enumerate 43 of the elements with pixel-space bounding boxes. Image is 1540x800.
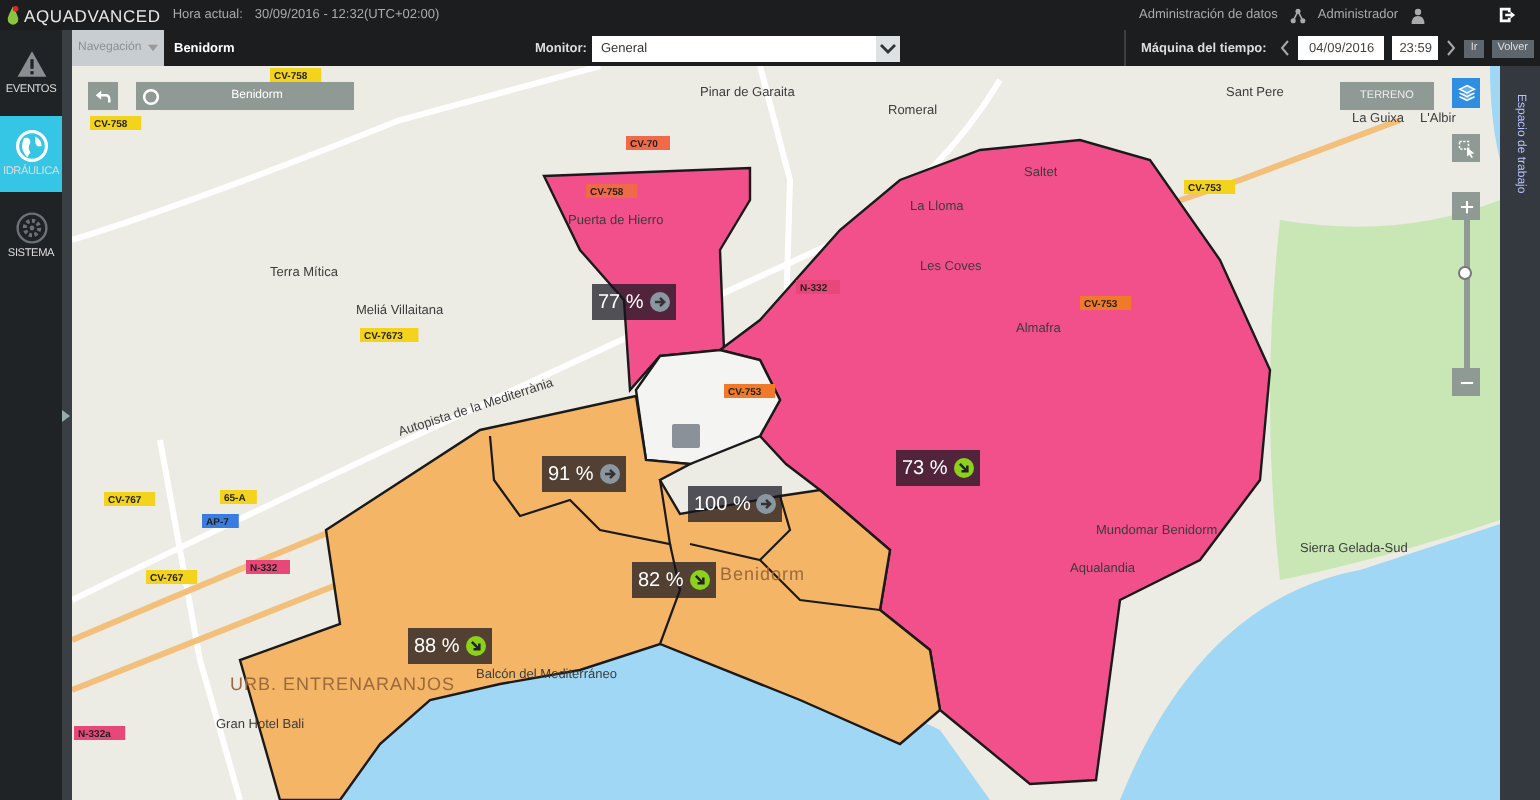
- percentage-badge[interactable]: 73 %: [896, 450, 980, 486]
- percentage-value: 88 %: [414, 635, 460, 657]
- zoom-out-button[interactable]: [1452, 368, 1480, 396]
- percentage-badge[interactable]: 88 %: [408, 628, 492, 664]
- percentage-badge[interactable]: 91 %: [542, 456, 626, 492]
- undo-arrow-icon: [94, 87, 112, 105]
- zoom-in-button[interactable]: [1452, 192, 1480, 220]
- percentage-value: 91 %: [548, 463, 594, 485]
- zoom-slider[interactable]: [1463, 220, 1469, 368]
- percentage-value: 77 %: [598, 291, 644, 313]
- warning-icon: [15, 48, 47, 80]
- circle-icon: [142, 87, 160, 105]
- select-cursor-icon: [1457, 139, 1475, 157]
- expand-arrow-icon[interactable]: [62, 409, 70, 421]
- caret-icon: [147, 44, 158, 52]
- logout-icon[interactable]: [1498, 6, 1516, 24]
- back-button[interactable]: [88, 82, 118, 110]
- down-right-arrow-icon: [689, 570, 710, 590]
- down-right-arrow-icon: [465, 636, 486, 656]
- plus-icon: [1459, 199, 1473, 213]
- map-view[interactable]: [72, 66, 1500, 800]
- percentage-badge[interactable]: 100 %: [688, 486, 783, 522]
- sea-area: [1490, 66, 1500, 160]
- percentage-value: 82 %: [638, 569, 684, 591]
- percentage-value: 73 %: [902, 457, 948, 479]
- down-right-arrow-icon: [953, 458, 974, 478]
- chevron-down-icon: [880, 43, 897, 53]
- selection-tool-button[interactable]: [1452, 134, 1480, 162]
- network-icon[interactable]: [1289, 7, 1306, 23]
- logo-text: AQUADVANCED: [24, 5, 161, 25]
- percentage-value: 100 %: [694, 493, 751, 515]
- percentage-badge[interactable]: 77 %: [592, 284, 676, 320]
- right-arrow-icon: [649, 292, 670, 312]
- gear-icon: [15, 212, 47, 244]
- user-icon[interactable]: [1410, 7, 1426, 23]
- right-arrow-icon: [599, 464, 620, 484]
- droplet-icon: [6, 4, 20, 26]
- layers-button[interactable]: [1452, 78, 1480, 108]
- right-arrow-icon: [756, 494, 777, 514]
- square-marker[interactable]: [672, 424, 700, 448]
- globe-icon: [15, 130, 47, 162]
- percentage-badge[interactable]: 82 %: [632, 562, 716, 598]
- layers-icon: [1457, 84, 1475, 102]
